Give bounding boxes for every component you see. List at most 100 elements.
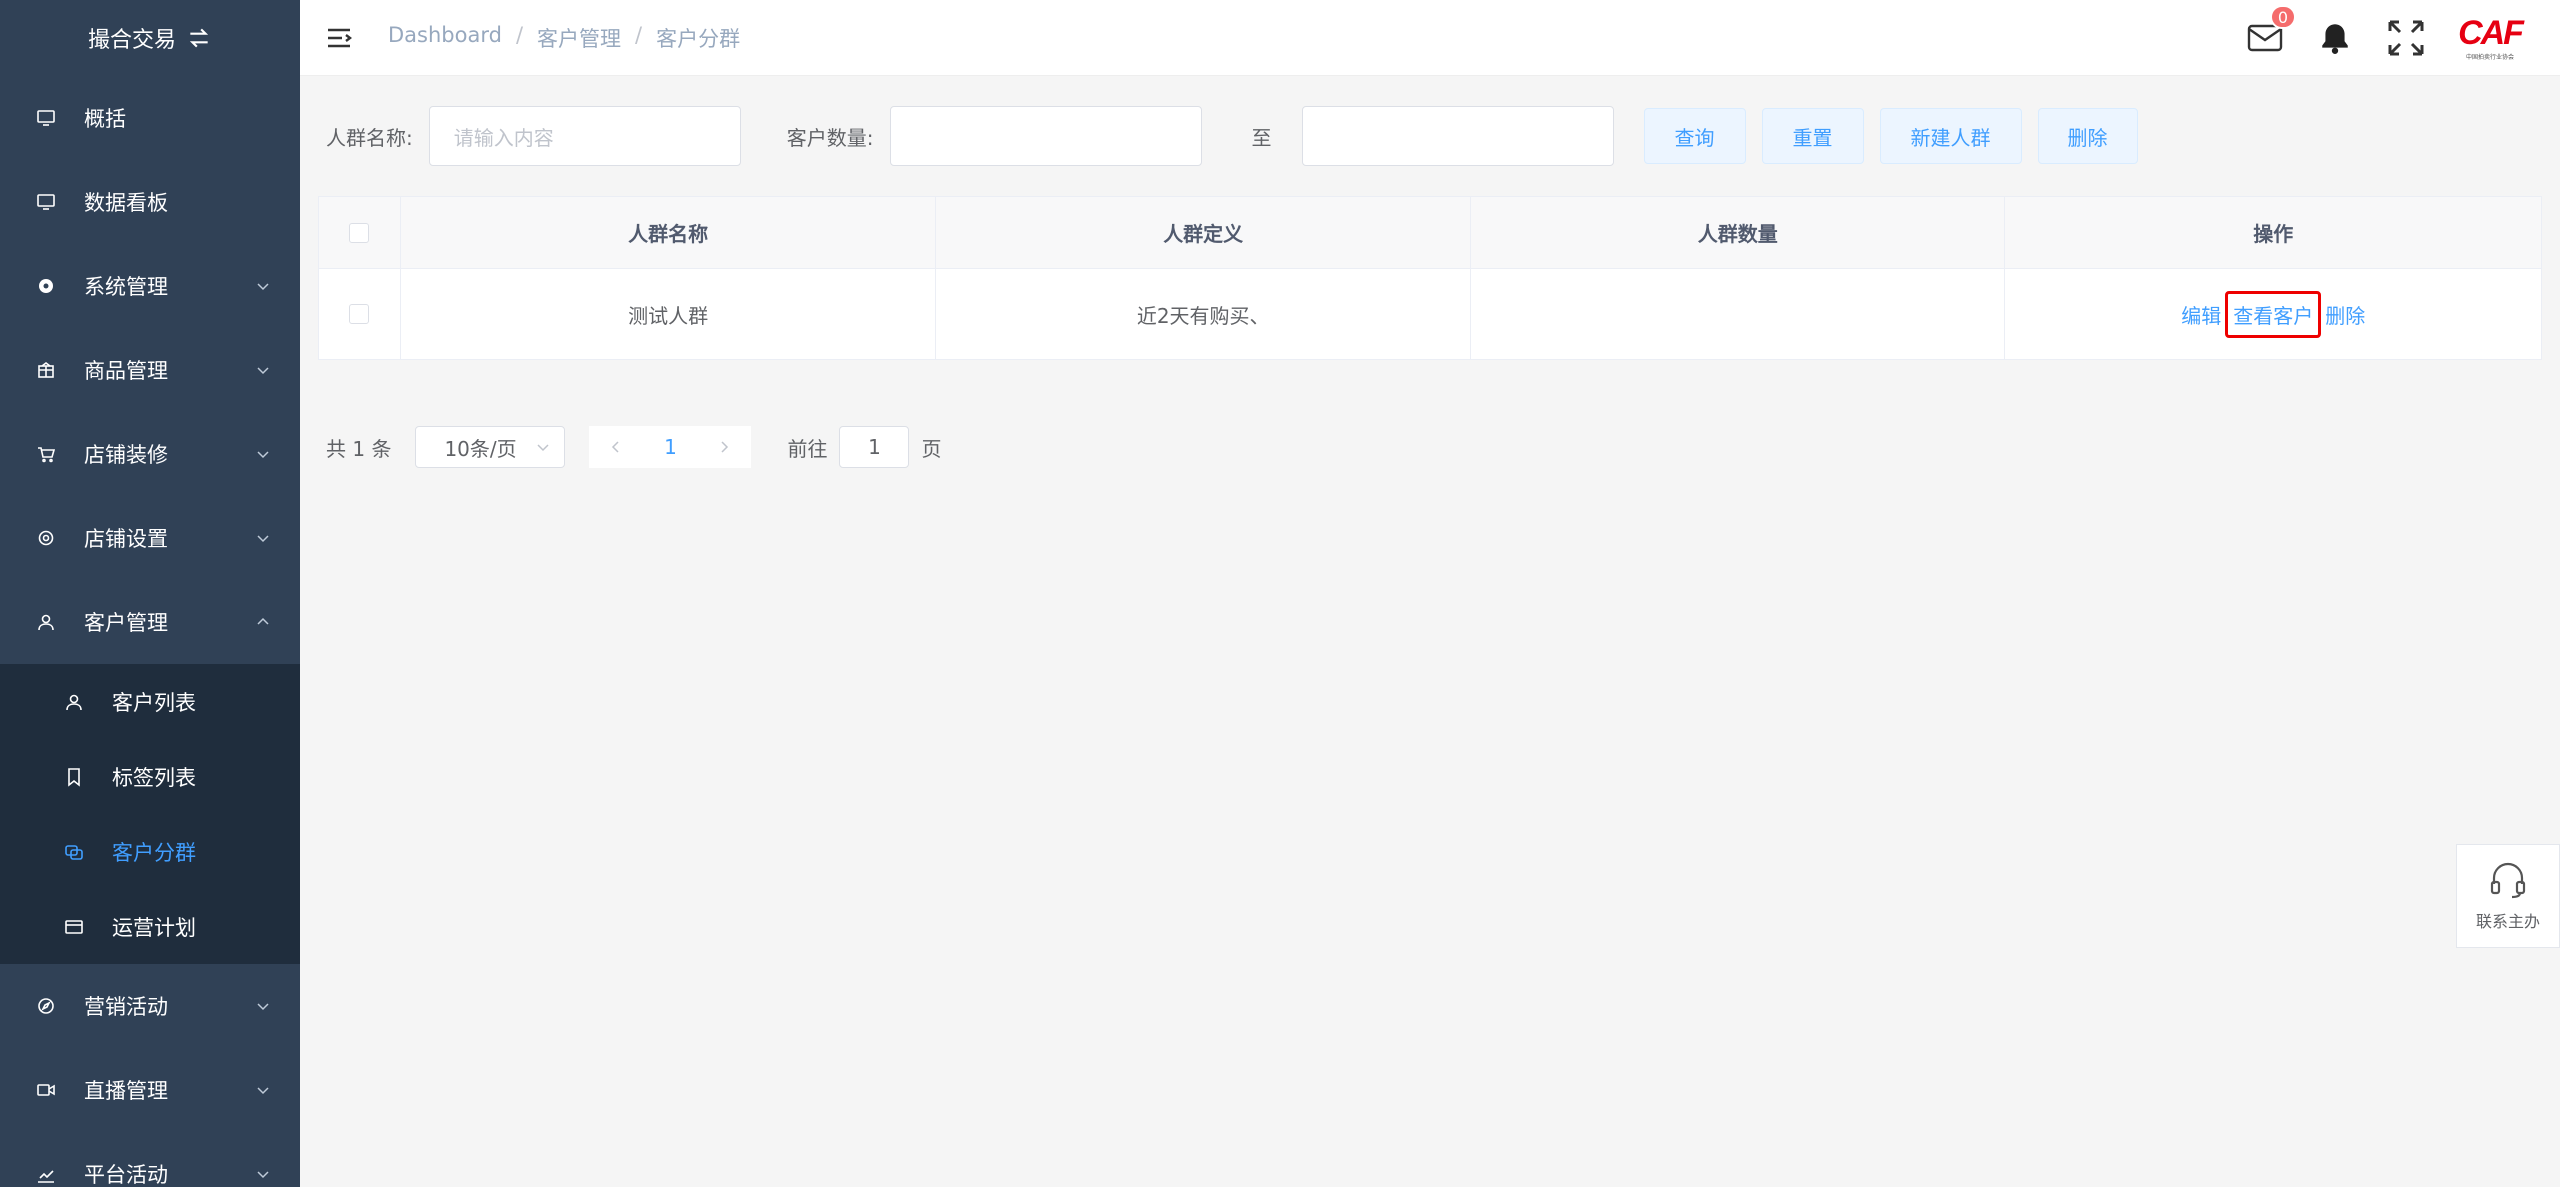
new-group-button[interactable]: 新建人群	[1879, 108, 2022, 164]
user-icon	[36, 612, 56, 632]
search-button[interactable]: 查询	[1643, 108, 1746, 164]
sidebar-title-text: 撮合交易	[87, 28, 176, 53]
chevron-down-icon	[257, 367, 269, 375]
count-min-input[interactable]	[889, 106, 1202, 166]
select-all-checkbox[interactable]	[349, 222, 370, 243]
page-number[interactable]: 1	[643, 435, 697, 459]
sidebar-item-label: 营销活动	[84, 995, 168, 1019]
top-header: Dashboard / 客户管理 / 客户分群 0 CAF 中国拍卖行业协会	[300, 0, 2560, 76]
sidebar-item-label: 平台活动	[84, 1163, 168, 1187]
sidebar-item-label: 直播管理	[84, 1079, 168, 1103]
to-label: 至	[1251, 125, 1272, 150]
submenu-item-tag-list[interactable]: 标签列表	[0, 739, 300, 814]
page-jumper: 前往 1 页	[787, 426, 941, 468]
delete-link[interactable]: 删除	[2321, 300, 2369, 329]
breadcrumb-item: 客户分群	[656, 26, 741, 51]
bell-icon[interactable]	[2318, 21, 2352, 55]
page-size-select[interactable]: 10条/页	[415, 426, 566, 468]
sidebar-item-decoration[interactable]: 店铺装修	[0, 412, 300, 496]
submenu-item-operation-plan[interactable]: 运营计划	[0, 889, 300, 964]
sidebar-item-platform[interactable]: 平台活动	[0, 1132, 300, 1187]
chevron-down-icon	[257, 1171, 269, 1179]
name-label: 人群名称:	[326, 125, 413, 150]
sidebar-item-goods[interactable]: 商品管理	[0, 328, 300, 412]
chevron-down-icon	[257, 283, 269, 291]
switch-icon[interactable]	[186, 25, 212, 51]
column-header: 人群数量	[1471, 197, 2006, 268]
row-checkbox[interactable]	[349, 304, 370, 324]
contact-label: 联系主办	[2475, 912, 2540, 931]
column-header: 操作	[2253, 222, 2294, 246]
filter-bar: 人群名称: 请输入内容 客户数量: 至 查询 重置 新建人群 删除	[326, 106, 2138, 166]
header-checkbox-cell	[319, 197, 401, 268]
edit-link[interactable]: 编辑	[2177, 300, 2225, 329]
chevron-down-icon	[257, 1003, 269, 1011]
sidebar-item-live[interactable]: 直播管理	[0, 1048, 300, 1132]
logo-text: CAF	[2458, 13, 2524, 52]
group-name-input[interactable]: 请输入内容	[428, 106, 741, 166]
sidebar-item-label: 店铺设置	[84, 527, 168, 551]
page-nav: 1	[589, 426, 752, 468]
shop-icon	[36, 360, 56, 380]
sidebar-item-shop-settings[interactable]: 店铺设置	[0, 496, 300, 580]
page-size-value: 10条/页	[444, 436, 517, 461]
next-page-button[interactable]	[697, 435, 751, 459]
mail-button[interactable]: 0	[2246, 5, 2296, 57]
sidebar-item-dashboard[interactable]: 数据看板	[0, 160, 300, 244]
count-label: 客户数量:	[786, 125, 874, 150]
chevron-down-icon	[257, 1087, 269, 1095]
page-suffix: 页	[921, 436, 942, 461]
sidebar-item-label: 概括	[84, 107, 126, 131]
breadcrumb-separator: /	[635, 22, 643, 47]
breadcrumb-item[interactable]: Dashboard	[388, 23, 502, 53]
card-icon	[64, 917, 84, 937]
submenu-item-customer-list[interactable]: 客户列表	[0, 664, 300, 739]
sidebar-item-overview[interactable]: 概括	[0, 76, 300, 160]
breadcrumb-item[interactable]: 客户管理	[537, 23, 621, 53]
user-icon	[64, 692, 84, 712]
submenu-item-label: 运营计划	[112, 915, 196, 940]
chevron-down-icon	[537, 444, 549, 452]
headset-icon	[2490, 862, 2526, 899]
reset-button[interactable]: 重置	[1761, 108, 1864, 164]
sidebar: 撮合交易 概括 数据看板 系统管理 商品管理 店铺装修 店铺设置 客户管理 客户…	[0, 0, 300, 1187]
chevron-right-icon	[721, 441, 729, 453]
customer-submenu: 客户列表 标签列表 客户分群 运营计划	[0, 664, 300, 964]
hamburger-icon[interactable]	[326, 25, 352, 51]
view-customers-link[interactable]: 查看客户	[2225, 290, 2322, 338]
row-checkbox-cell	[319, 269, 401, 359]
sidebar-item-marketing[interactable]: 营销活动	[0, 964, 300, 1048]
sidebar-item-label: 数据看板	[84, 191, 168, 215]
goto-page-input[interactable]: 1	[839, 426, 910, 468]
group-icon	[64, 842, 84, 862]
sidebar-title[interactable]: 撮合交易	[0, 0, 300, 76]
monitor-icon	[36, 192, 56, 212]
compass-icon	[36, 996, 56, 1016]
breadcrumb-separator: /	[515, 22, 524, 47]
sidebar-item-system[interactable]: 系统管理	[0, 244, 300, 328]
chevron-down-icon	[257, 535, 269, 543]
operations-cell: 编辑 查看客户 删除	[2005, 269, 2541, 359]
pagination: 共 1 条 10条/页 1 前往 1 页	[326, 426, 941, 468]
monitor-icon	[36, 108, 56, 128]
count-max-input[interactable]	[1301, 106, 1614, 166]
table-row: 测试人群 近2天有购买、 编辑 查看客户 删除	[319, 269, 2541, 359]
prev-page-button[interactable]	[589, 435, 643, 459]
chevron-down-icon	[257, 451, 269, 459]
column-header: 人群名称	[401, 197, 937, 268]
submenu-item-customer-group[interactable]: 客户分群	[0, 814, 300, 889]
logo: CAF 中国拍卖行业协会	[2458, 8, 2524, 68]
delete-button[interactable]: 删除	[2037, 108, 2138, 164]
chevron-up-icon	[257, 617, 269, 625]
sidebar-item-label: 客户管理	[84, 611, 168, 635]
video-icon	[36, 1080, 56, 1100]
fullscreen-icon[interactable]	[2386, 18, 2426, 58]
settings-icon	[36, 528, 56, 548]
logo-subtext: 中国拍卖行业协会	[2465, 53, 2514, 61]
contact-organizer-button[interactable]: 联系主办	[2456, 844, 2560, 948]
cart-icon	[36, 444, 56, 464]
gear-filled-icon	[36, 276, 56, 296]
sidebar-item-label: 店铺装修	[84, 443, 168, 467]
sidebar-item-customers[interactable]: 客户管理	[0, 580, 300, 664]
submenu-item-label: 客户列表	[112, 690, 196, 715]
